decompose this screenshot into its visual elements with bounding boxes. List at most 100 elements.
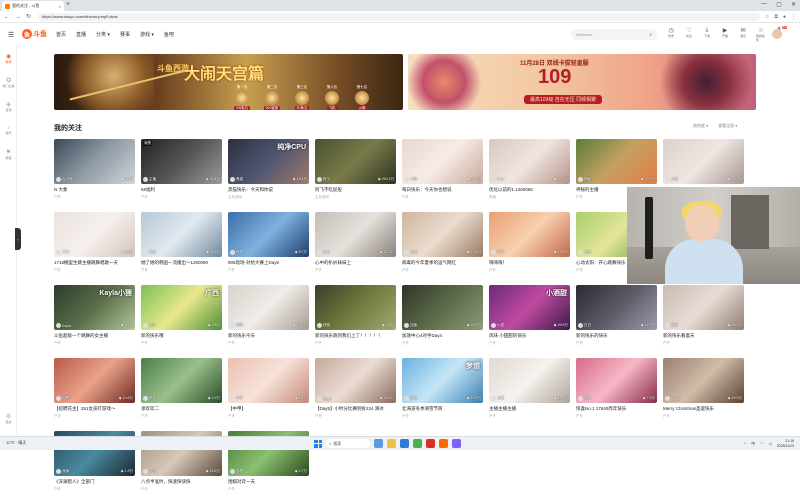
- banner-game-server[interactable]: 11月28日 双线卡拔轻皇服 109 最高109级 自在无压 同频相聚: [408, 54, 756, 110]
- stream-thumbnail[interactable]: 小甜 ◉ 39.5万: [402, 139, 483, 184]
- stream-thumbnail[interactable]: 哦哦 ◉ 13.6万: [228, 285, 309, 330]
- stream-title[interactable]: 新的快乐哦: [141, 333, 222, 339]
- hamburger-menu-icon[interactable]: ☰: [8, 31, 14, 39]
- stream-category[interactable]: 户外: [228, 268, 309, 273]
- stream-title[interactable]: 【招聘花主】251女孩打游戏～: [54, 406, 135, 412]
- stream-card[interactable]: 高白 ◉ 11.8万 她了她的韩国一流播出～1260090 户外: [141, 212, 222, 285]
- stream-card[interactable]: 广西 快乐 ◉ 3.8万 新的快乐哦 户外: [141, 285, 222, 358]
- nav-category[interactable]: 分类 ▾: [96, 31, 110, 38]
- header-action-message[interactable]: ✉99消息: [738, 26, 787, 42]
- taskbar-search[interactable]: ⌕ 搜索: [326, 439, 370, 448]
- stream-card[interactable]: 小病 ◉ 10.6万病毒的今年夏季的运气网红 户外: [402, 212, 483, 285]
- stream-title[interactable]: 她了她的韩国一流播出～1260090: [141, 260, 222, 266]
- stream-thumbnail[interactable]: 心心 ◉ 12.2万: [315, 212, 396, 257]
- task-view-icon[interactable]: [374, 439, 383, 448]
- search-input[interactable]: Welcome ⌕: [571, 29, 657, 40]
- stream-category[interactable]: 户外: [402, 414, 483, 419]
- stream-thumbnail[interactable]: 梦想 北海 ◉ 10.3万: [402, 358, 483, 403]
- system-clock[interactable]: 21:16 2025/11/23: [777, 439, 794, 448]
- stream-category[interactable]: 颜值: [489, 195, 570, 200]
- stream-card[interactable]: 惊喜 ◉ 7.2万惊喜No.1 17640周年快乐 户外: [576, 358, 657, 431]
- stream-title[interactable]: 新的快乐看着天: [663, 333, 744, 339]
- header-action-download[interactable]: ⤓ 下载: [702, 27, 712, 42]
- stream-card[interactable]: 梦想 北海 ◉ 10.3万 北海道冬季滑雪节目 户外: [402, 358, 483, 431]
- banner-journey-west[interactable]: 斗鱼西游 大闹天宫篇 第一名 2W鱼丸 第二名 500鲨鱼 第三名 30鱼丸 第六名 飞机 第七…: [54, 54, 403, 110]
- stream-thumbnail[interactable]: 中甲 ◉ 2.1万: [228, 358, 309, 403]
- stream-card[interactable]: 新新 ◉ 25.1万 新的快乐看着天 户外: [663, 285, 744, 358]
- sidebar-item-0[interactable]: ◉ 推荐: [0, 53, 17, 64]
- browser-menu-icon[interactable]: ⋮: [791, 14, 796, 20]
- stream-card[interactable]: 心心 ◉ 12.2万 心中的扒扒妹妹上 户外: [315, 212, 396, 285]
- stream-thumbnail[interactable]: 小病 ◉ 10.6万: [402, 212, 483, 257]
- stream-category[interactable]: 户外: [54, 487, 135, 492]
- stream-category[interactable]: 户外: [315, 341, 396, 346]
- file-explorer-icon[interactable]: [387, 439, 396, 448]
- stream-title[interactable]: N 大象: [54, 187, 135, 193]
- stream-category[interactable]: 户外: [576, 414, 657, 419]
- stream-title[interactable]: 【中甲】: [228, 406, 309, 412]
- profile-icon[interactable]: ●: [783, 14, 786, 20]
- stream-title[interactable]: 新的快乐的快乐: [576, 333, 657, 339]
- stream-title[interactable]: 905现场-对抗大赛上Day6: [228, 260, 309, 266]
- tray-chevron-icon[interactable]: ^: [744, 441, 746, 446]
- stream-category[interactable]: 户外: [228, 487, 309, 492]
- stream-title[interactable]: 1718棚里生跳主播跳舞唱歌一天: [54, 260, 135, 266]
- stream-card[interactable]: 小甜 ◉ 39.5万 每日快乐：今天你也想说 户外: [402, 139, 483, 212]
- stream-category[interactable]: 户外: [54, 414, 135, 419]
- stream-title[interactable]: 惊喜No.1 17640周年快乐: [576, 406, 657, 412]
- stream-category[interactable]: 户外: [489, 341, 570, 346]
- stream-title[interactable]: 八点半准时，快速快快快: [141, 479, 222, 485]
- forward-icon[interactable]: →: [15, 14, 21, 20]
- stream-thumbnail[interactable]: 合小妞 ◉ 9.3万: [54, 139, 135, 184]
- douyu-app-icon[interactable]: [439, 439, 448, 448]
- chrome-browser-icon[interactable]: [413, 439, 422, 448]
- stream-title[interactable]: 围棋对弈一天: [228, 479, 309, 485]
- header-action-heart[interactable]: ♡ 关注: [684, 27, 694, 42]
- search-icon[interactable]: ⌕: [649, 32, 652, 38]
- close-window-icon[interactable]: ✕: [791, 1, 796, 8]
- stream-title[interactable]: 斗鱼超级一个跳舞的女主播: [54, 333, 135, 339]
- stream-card[interactable]: 主播 ◉ 19.6万 主播主播主播 户外: [489, 358, 570, 431]
- stream-title[interactable]: 黑猫快乐：今天和你说: [228, 187, 309, 193]
- stream-card[interactable]: 现场 ◉ 8.7万 905现场-对抗大赛上Day6 户外: [228, 212, 309, 285]
- stream-category[interactable]: 户外: [402, 341, 483, 346]
- stream-category[interactable]: 户外: [141, 195, 222, 200]
- stream-thumbnail[interactable]: Kayla小狸 Kayla ◉ 4.9万: [54, 285, 135, 330]
- stream-category[interactable]: 户外: [663, 414, 744, 419]
- stream-category[interactable]: 户外: [54, 341, 135, 346]
- stream-title[interactable]: 病毒的今年夏季的运气网红: [402, 260, 483, 266]
- edge-browser-icon[interactable]: [400, 439, 409, 448]
- stream-thumbnail[interactable]: 纯净CPU 黑猫 ◉ 19.4万: [228, 139, 309, 184]
- header-action-broadcast[interactable]: ▶ 开播: [720, 27, 730, 42]
- stream-card[interactable]: 阿飞 ◉ 290.1万 阿飞不吃屁股 主机游戏: [315, 139, 396, 212]
- sidebar-item-2[interactable]: ◈ 游戏: [0, 101, 17, 112]
- stream-category[interactable]: 户外: [576, 341, 657, 346]
- stream-thumbnail[interactable]: Day5 ◉ 49.1万: [315, 358, 396, 403]
- ime-language-indicator[interactable]: 中: [751, 441, 755, 447]
- stream-thumbnail[interactable]: 惊喜 ◉ 7.2万: [576, 358, 657, 403]
- stream-title[interactable]: 加速中心4对手Day4: [402, 333, 483, 339]
- stream-title[interactable]: 阿飞不吃屁股: [315, 187, 396, 193]
- stream-category[interactable]: 户外: [141, 268, 222, 273]
- app-icon-red[interactable]: [426, 439, 435, 448]
- start-menu-icon[interactable]: [314, 439, 322, 448]
- stream-title[interactable]: 新的快乐跑到我们上了！！！！！: [315, 333, 396, 339]
- stream-thumbnail[interactable]: 小酒甜 小甜 ◉ 29.6万: [489, 285, 570, 330]
- stream-thumbnail[interactable]: 承欢 ◉ 4.9万: [141, 358, 222, 403]
- browser-tab[interactable]: 我的关注 - 斗鱼 ×: [2, 1, 64, 11]
- header-action-history[interactable]: ◷ 历史: [666, 27, 676, 42]
- stream-category[interactable]: 户外: [141, 414, 222, 419]
- stream-thumbnail[interactable]: 嗨嗨 ◉ 15.2万: [489, 212, 570, 257]
- stream-card[interactable]: 嗨嗨 ◉ 15.2万 嗨嗨嗨！ 户外: [489, 212, 570, 285]
- sidebar-item-4[interactable]: ⚑ 赛事: [0, 149, 17, 160]
- stream-thumbnail[interactable]: 主播 ◉ 19.6万: [489, 358, 570, 403]
- weather-widget[interactable]: 11℃ · 晴天: [6, 440, 26, 446]
- maximize-window-icon[interactable]: ▢: [776, 1, 782, 8]
- stream-card[interactable]: Day5 ◉ 49.1万 【Day5】小时分比赛别拆224 滑冰 户外: [315, 358, 396, 431]
- sort-hot-dropdown[interactable]: 按热度 ▾: [693, 123, 708, 129]
- stream-category[interactable]: 户外: [402, 268, 483, 273]
- stream-card[interactable]: 深夜 主播 ◉ 30.4万 58福利 户外: [141, 139, 222, 212]
- new-tab-button[interactable]: +: [66, 1, 70, 8]
- stream-title[interactable]: 心中的扒扒妹妹上: [315, 260, 396, 266]
- minimize-window-icon[interactable]: —: [761, 1, 767, 8]
